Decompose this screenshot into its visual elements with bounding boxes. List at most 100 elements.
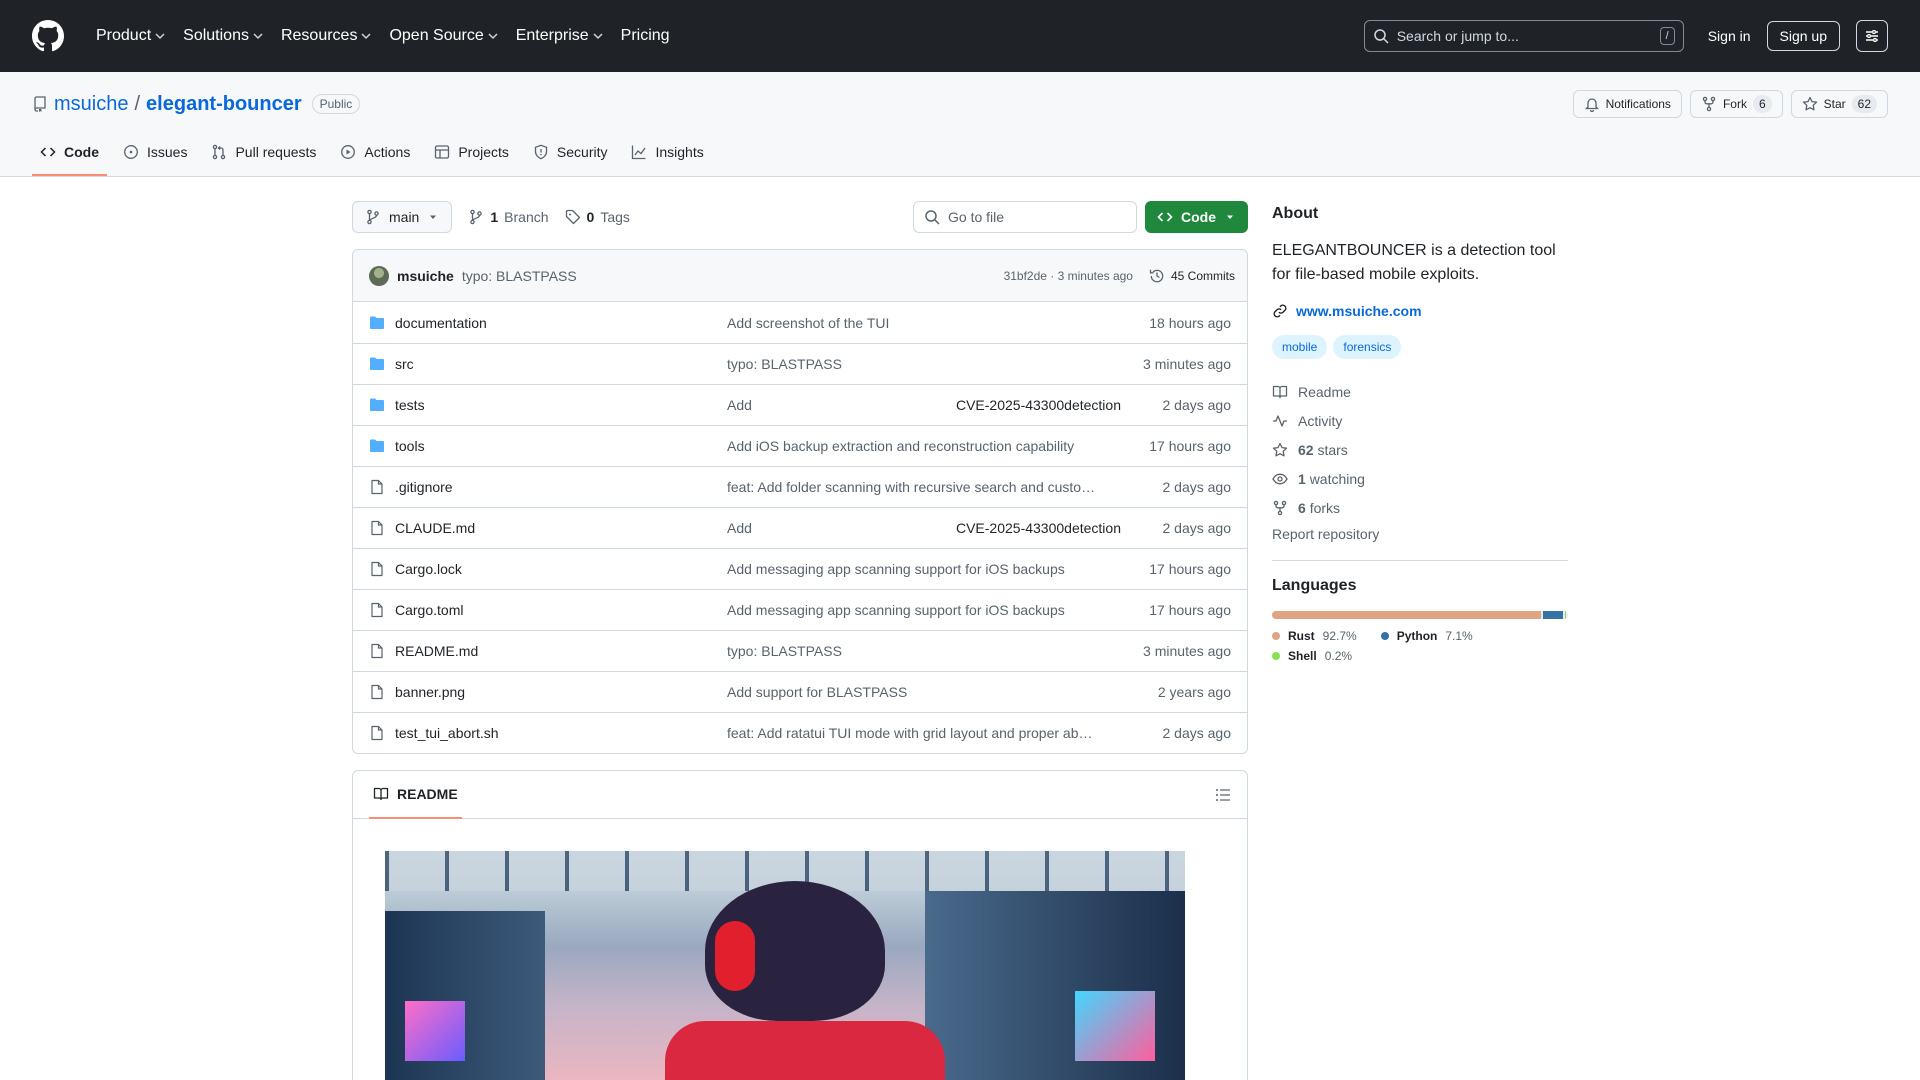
forks-link[interactable]: 6 forks	[1272, 493, 1568, 522]
list-unordered-icon[interactable]	[1215, 787, 1231, 803]
file-name-link[interactable]: documentation	[395, 315, 727, 331]
commit-message-prefix: Add	[727, 520, 752, 536]
file-commit-time: 17 hours ago	[1149, 602, 1231, 618]
code-dropdown-button[interactable]: Code	[1145, 201, 1248, 233]
file-commit-message[interactable]: typo: BLASTPASS	[727, 643, 1121, 659]
file-commit-message[interactable]: Add	[727, 520, 956, 536]
commit-issue-link[interactable]: CVE-2025-43300	[956, 520, 1064, 536]
file-commit-message[interactable]: Add messaging app scanning support for i…	[727, 602, 1121, 618]
branch-count-label: Branch	[504, 209, 549, 225]
file-commit-message[interactable]: feat: Add folder scanning with recursive…	[727, 479, 1121, 495]
file-name-link[interactable]: README.md	[395, 643, 727, 659]
appearance-settings-button[interactable]	[1856, 20, 1888, 52]
commit-message-text: Add messaging app scanning support for i…	[727, 602, 1065, 618]
forks-count: 6	[1298, 499, 1306, 516]
file-name-link[interactable]: .gitignore	[395, 479, 727, 495]
tags-link[interactable]: 0 Tags	[565, 209, 630, 225]
language-item[interactable]: Python 7.1%	[1380, 629, 1473, 643]
file-commit-message[interactable]: Add support for BLASTPASS	[727, 684, 1121, 700]
commits-history-link[interactable]: 45 Commits	[1149, 268, 1235, 284]
nav-pricing[interactable]: Pricing	[613, 21, 678, 51]
star-button[interactable]: Star 62	[1790, 90, 1888, 118]
file-name-link[interactable]: tools	[395, 438, 727, 454]
activity-link[interactable]: Activity	[1272, 406, 1568, 435]
nav-resources[interactable]: Resources	[273, 21, 379, 51]
language-item[interactable]: Shell 0.2%	[1272, 649, 1352, 663]
sign-in-link[interactable]: Sign in	[1708, 28, 1751, 44]
file-row[interactable]: README.md typo: BLASTPASS 3 minutes ago	[353, 630, 1247, 671]
file-commit-message[interactable]: Add iOS backup extraction and reconstruc…	[727, 438, 1121, 454]
file-commit-message[interactable]: Add	[727, 397, 956, 413]
stars-link[interactable]: 62 stars	[1272, 435, 1568, 464]
file-name-link[interactable]: Cargo.toml	[395, 602, 727, 618]
bell-icon	[1584, 98, 1599, 112]
topic-forensics[interactable]: forensics	[1333, 335, 1402, 359]
nav-open-source[interactable]: Open Source	[381, 21, 505, 51]
file-row[interactable]: .gitignore feat: Add folder scanning with…	[353, 466, 1247, 507]
file-row[interactable]: tools Add iOS backup extraction and recon…	[353, 425, 1247, 466]
tab-insights[interactable]: Insights	[623, 134, 711, 176]
git-branch-icon	[367, 209, 379, 225]
branch-select-button[interactable]: main	[352, 201, 453, 233]
file-row[interactable]: Cargo.toml Add messaging app scanning sup…	[353, 589, 1247, 630]
file-row[interactable]: src typo: BLASTPASS 3 minutes ago	[353, 343, 1247, 384]
branches-link[interactable]: 1 Branch	[468, 209, 549, 225]
file-name-link[interactable]: Cargo.lock	[395, 561, 727, 577]
file-name-link[interactable]: test_tui_abort.sh	[395, 725, 727, 741]
repo-owner-link[interactable]: msuiche	[54, 93, 128, 116]
tab-code[interactable]: Code	[32, 134, 107, 176]
file-row[interactable]: Cargo.lock Add messaging app scanning sup…	[353, 548, 1247, 589]
website-link[interactable]: www.msuiche.com	[1272, 303, 1568, 319]
file-name-link[interactable]: src	[395, 356, 727, 372]
file-row[interactable]: banner.png Add support for BLASTPASS 2 yea…	[353, 671, 1247, 712]
tab-issues[interactable]: Issues	[115, 134, 195, 176]
tag-count-label: Tags	[600, 209, 630, 225]
nav-open-source-label: Open Source	[389, 27, 484, 44]
commit-issue-link[interactable]: CVE-2025-43300	[956, 397, 1064, 413]
go-to-file-input[interactable]: Go to file	[913, 201, 1137, 233]
triangle-down-icon	[430, 215, 437, 219]
tab-actions[interactable]: Actions	[332, 134, 418, 176]
global-search-input[interactable]: Search or jump to... /	[1363, 20, 1684, 52]
file-row[interactable]: test_tui_abort.sh feat: Add ratatui TUI m…	[353, 712, 1247, 753]
language-item[interactable]: Rust 92.7%	[1272, 629, 1357, 643]
stars-link-text: 62 stars	[1298, 442, 1348, 458]
nav-solutions[interactable]: Solutions	[175, 21, 271, 51]
file-row[interactable]: CLAUDE.md Add CVE-2025-43300 detection 2 d…	[353, 507, 1247, 548]
file-row[interactable]: documentation Add screenshot of the TUI 18…	[353, 302, 1247, 343]
nav-enterprise[interactable]: Enterprise	[508, 21, 611, 51]
repo-name-link[interactable]: elegant-bouncer	[146, 93, 302, 116]
notifications-button[interactable]: Notifications	[1572, 90, 1682, 118]
author-avatar[interactable]	[369, 265, 389, 286]
file-commit-message[interactable]: Add screenshot of the TUI	[727, 315, 1121, 331]
commit-author-link[interactable]: msuiche	[397, 268, 454, 284]
file-name-link[interactable]: tests	[395, 397, 727, 413]
file-list: documentation Add screenshot of the TUI 18…	[353, 302, 1247, 753]
fork-button[interactable]: Fork 6	[1689, 90, 1783, 118]
tab-security[interactable]: Security	[525, 134, 616, 176]
report-repository-link[interactable]: Report repository	[1272, 526, 1568, 542]
file-icon	[371, 643, 383, 659]
tab-projects[interactable]: Projects	[426, 134, 517, 176]
file-name-link[interactable]: banner.png	[395, 684, 727, 700]
search-placeholder: Search or jump to...	[1396, 28, 1519, 44]
commit-sha-time[interactable]: 31bf2de · 3 minutes ago	[1004, 269, 1133, 283]
chevron-down-icon	[155, 33, 165, 40]
file-name-link[interactable]: CLAUDE.md	[395, 520, 727, 536]
readme-tab[interactable]: README	[369, 771, 462, 819]
file-commit-message[interactable]: feat: Add ratatui TUI mode with grid lay…	[727, 725, 1121, 741]
fork-label: Fork	[1722, 97, 1747, 111]
sign-up-button[interactable]: Sign up	[1766, 21, 1840, 51]
commit-message-link[interactable]: typo: BLASTPASS	[462, 268, 577, 284]
language-color-dot	[1272, 652, 1280, 660]
file-commit-time: 3 minutes ago	[1143, 356, 1231, 372]
file-commit-message[interactable]: typo: BLASTPASS	[727, 356, 1121, 372]
watchers-link[interactable]: 1 watching	[1272, 464, 1568, 493]
tab-pull-requests[interactable]: Pull requests	[203, 134, 324, 176]
nav-product[interactable]: Product	[88, 21, 173, 51]
github-logo-icon[interactable]	[32, 20, 64, 52]
topic-mobile[interactable]: mobile	[1272, 335, 1328, 359]
file-commit-message[interactable]: Add messaging app scanning support for i…	[727, 561, 1121, 577]
readme-link[interactable]: Readme	[1272, 377, 1568, 406]
file-row[interactable]: tests Add CVE-2025-43300 detection 2 days …	[353, 384, 1247, 425]
